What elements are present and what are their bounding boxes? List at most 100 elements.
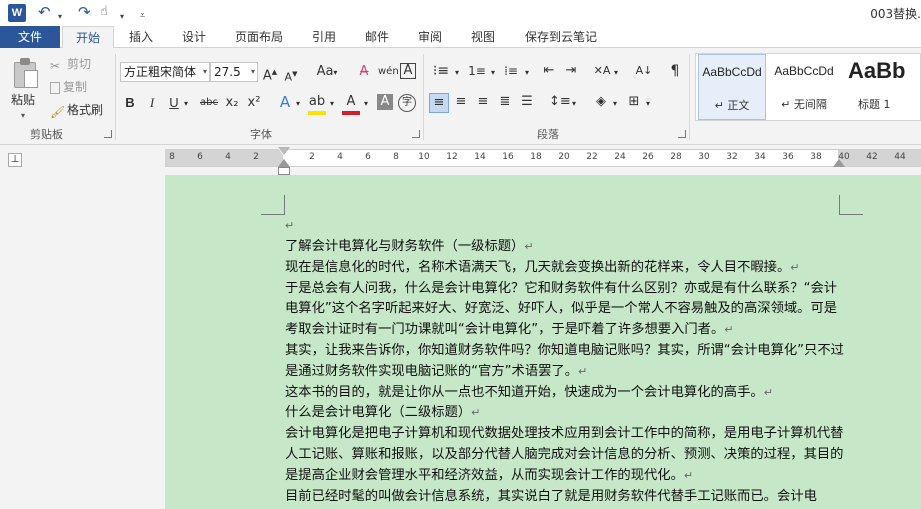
touch-mode-dropdown-icon[interactable]: ▾ (120, 8, 124, 26)
ruler-label: 20 (558, 152, 570, 162)
empty-paragraph-mark: ↵ (285, 219, 295, 232)
subscript-button[interactable]: x₂ (223, 94, 241, 112)
redo-icon[interactable]: ↷ (78, 3, 91, 21)
body-paragraph: 会计电算化是把电子计算机和现代数据处理技术应用到会计工作中的简称，是用电子计算机… (285, 424, 845, 486)
bold-button[interactable]: B (122, 94, 138, 112)
hanging-indent-marker[interactable] (278, 159, 290, 167)
paragraph-text: 于是总会有人问我，什么是会计电算化？它和财务软件有什么区别？亦或是有什么联系？“… (285, 280, 838, 338)
align-left-button[interactable]: ≡ (429, 93, 449, 113)
phonetic-guide-icon[interactable]: wén (378, 63, 399, 81)
undo-icon[interactable]: ↶ (38, 3, 51, 21)
justify-icon[interactable]: ≣ (496, 93, 514, 111)
ruler-label: 18 (530, 152, 542, 162)
tab-references[interactable]: 引用 (303, 26, 345, 48)
horizontal-ruler[interactable]: 8 6 4 2 2 4 6 8 10 12 14 16 18 20 22 24 … (165, 147, 921, 167)
sort-icon[interactable]: A↓ (635, 62, 653, 80)
grow-font-button[interactable]: A▲ (262, 63, 278, 85)
paste-label[interactable]: 粘贴 (11, 92, 35, 108)
font-name-combo[interactable]: 方正粗宋简体 ▾ (120, 62, 210, 82)
bullets-icon[interactable]: ⁝≡ (430, 62, 452, 80)
paste-button[interactable] (10, 56, 42, 90)
line-spacing-icon[interactable]: ↕≡ (549, 93, 571, 111)
tab-insert[interactable]: 插入 (120, 26, 162, 48)
underline-button[interactable]: U (166, 94, 182, 112)
paragraph-mark: ↵ (683, 468, 694, 482)
borders-dropdown-icon[interactable]: ▾ (644, 95, 652, 113)
customize-toolbar-icon[interactable]: ⩡ (140, 7, 145, 25)
ruler-label: 22 (586, 152, 598, 162)
touch-mode-icon[interactable]: ☝ (100, 3, 108, 21)
format-painter-button[interactable]: 🖌 格式刷 (50, 102, 103, 119)
paragraph-text: 这本书的目的，就是让你从一点也不知道开始，快速成为一个会计电算化的高手。 (285, 384, 764, 400)
font-name-value: 方正粗宋简体 (124, 65, 197, 79)
tab-mailings[interactable]: 邮件 (356, 26, 398, 48)
shrink-font-button[interactable]: A▼ (284, 65, 298, 87)
align-right-icon[interactable]: ≡ (474, 93, 492, 111)
highlight-icon[interactable]: ab (308, 93, 326, 115)
ruler-label: 14 (474, 152, 486, 162)
tab-selector-icon[interactable]: ⊥ (8, 153, 22, 167)
document-body[interactable]: 了解会计电算化与财务软件（一级标题）↵ 现在是信息化的时代，名称术语满天飞，几天… (285, 237, 845, 507)
undo-dropdown-icon[interactable]: ▾ (58, 8, 62, 26)
ruler-label: 2 (309, 152, 315, 162)
distributed-icon[interactable]: ☰ (518, 93, 536, 111)
style-heading-1[interactable]: AaBb 标题 1 (842, 54, 920, 120)
enclose-characters-icon[interactable]: 字 (398, 94, 416, 112)
italic-button[interactable]: I (144, 94, 160, 112)
tab-save-to-cloud-notes[interactable]: 保存到云笔记 (515, 26, 607, 48)
superscript-button[interactable]: x² (245, 94, 263, 112)
change-case-button[interactable]: Aa▾ (312, 63, 342, 82)
ruler-label: 30 (698, 152, 710, 162)
right-indent-marker[interactable] (833, 159, 845, 167)
shading-dropdown-icon[interactable]: ▾ (611, 95, 619, 113)
chinese-layout-dropdown-icon[interactable]: ▾ (612, 64, 620, 82)
borders-icon[interactable]: ⊞ (625, 93, 643, 111)
tab-review[interactable]: 审阅 (409, 26, 451, 48)
tab-home[interactable]: 开始 (62, 26, 114, 49)
ribbon-home: 粘贴 ▾ ✂ 剪切 复制 🖌 格式刷 剪贴板 方正粗宋简体 ▾ 27.5 ▾ A▲ A▼… (0, 48, 921, 145)
tab-file[interactable]: 文件 (0, 26, 60, 48)
chinese-layout-icon[interactable]: ✕A (592, 62, 612, 80)
decrease-indent-icon[interactable]: ⇤ (540, 62, 558, 80)
clear-formatting-icon[interactable]: A̶ (355, 63, 373, 81)
shrink-font-label: A (284, 70, 293, 84)
highlight-dropdown-icon[interactable]: ▾ (328, 95, 336, 113)
tab-page-layout[interactable]: 页面布局 (226, 26, 292, 48)
multilevel-dropdown-icon[interactable]: ▾ (523, 64, 531, 82)
clipboard-launcher-icon[interactable] (104, 130, 112, 138)
word-icon[interactable]: W (8, 4, 26, 22)
show-formatting-marks-icon[interactable]: ¶ (668, 62, 682, 80)
align-center-icon[interactable]: ≡ (452, 93, 470, 111)
underline-dropdown-icon[interactable]: ▾ (182, 95, 190, 113)
font-launcher-icon[interactable] (412, 130, 420, 138)
paragraph-launcher-icon[interactable] (678, 130, 686, 138)
style-normal[interactable]: AaBbCcDd ↵ 正文 (698, 54, 766, 120)
document-page[interactable]: ↵ 了解会计电算化与财务软件（一级标题）↵ 现在是信息化的时代，名称术语满天飞，… (165, 175, 921, 509)
copy-label: 复制 (63, 80, 88, 94)
font-color-icon[interactable]: A (342, 93, 360, 115)
strikethrough-button[interactable]: abc (198, 94, 220, 112)
font-size-combo[interactable]: 27.5 ▾ (210, 62, 258, 82)
copy-button[interactable]: 复制 (50, 79, 87, 95)
tab-view[interactable]: 视图 (462, 26, 504, 48)
font-color-dropdown-icon[interactable]: ▾ (362, 95, 370, 113)
multilevel-list-icon[interactable]: ⁞≡ (500, 62, 522, 80)
tab-design[interactable]: 设计 (173, 26, 215, 48)
text-effects-dropdown-icon[interactable]: ▾ (294, 95, 302, 113)
paste-dropdown-icon[interactable]: ▾ (21, 108, 25, 124)
heading-level-2: 什么是会计电算化（二级标题）↵ (285, 403, 845, 424)
style-name: 标题 1 (858, 98, 891, 111)
text-effects-icon[interactable]: A (276, 93, 294, 111)
shading-icon[interactable]: ◈ (592, 93, 610, 111)
bullets-dropdown-icon[interactable]: ▾ (453, 64, 461, 82)
increase-indent-icon[interactable]: ⇥ (562, 62, 580, 80)
style-no-spacing[interactable]: AaBbCcDd ↵ 无间隔 (770, 54, 838, 120)
numbering-dropdown-icon[interactable]: ▾ (489, 64, 497, 82)
numbering-icon[interactable]: 1≡ (466, 62, 488, 80)
line-spacing-dropdown-icon[interactable]: ▾ (570, 95, 578, 113)
left-indent-marker[interactable] (278, 167, 290, 175)
cut-button[interactable]: ✂ 剪切 (50, 56, 91, 73)
character-border-icon[interactable]: A (400, 63, 416, 79)
styles-gallery: AaBbCcDd ↵ 正文 AaBbCcDd ↵ 无间隔 AaBb 标题 1 (695, 53, 921, 121)
character-shading-icon[interactable]: A (377, 94, 393, 110)
